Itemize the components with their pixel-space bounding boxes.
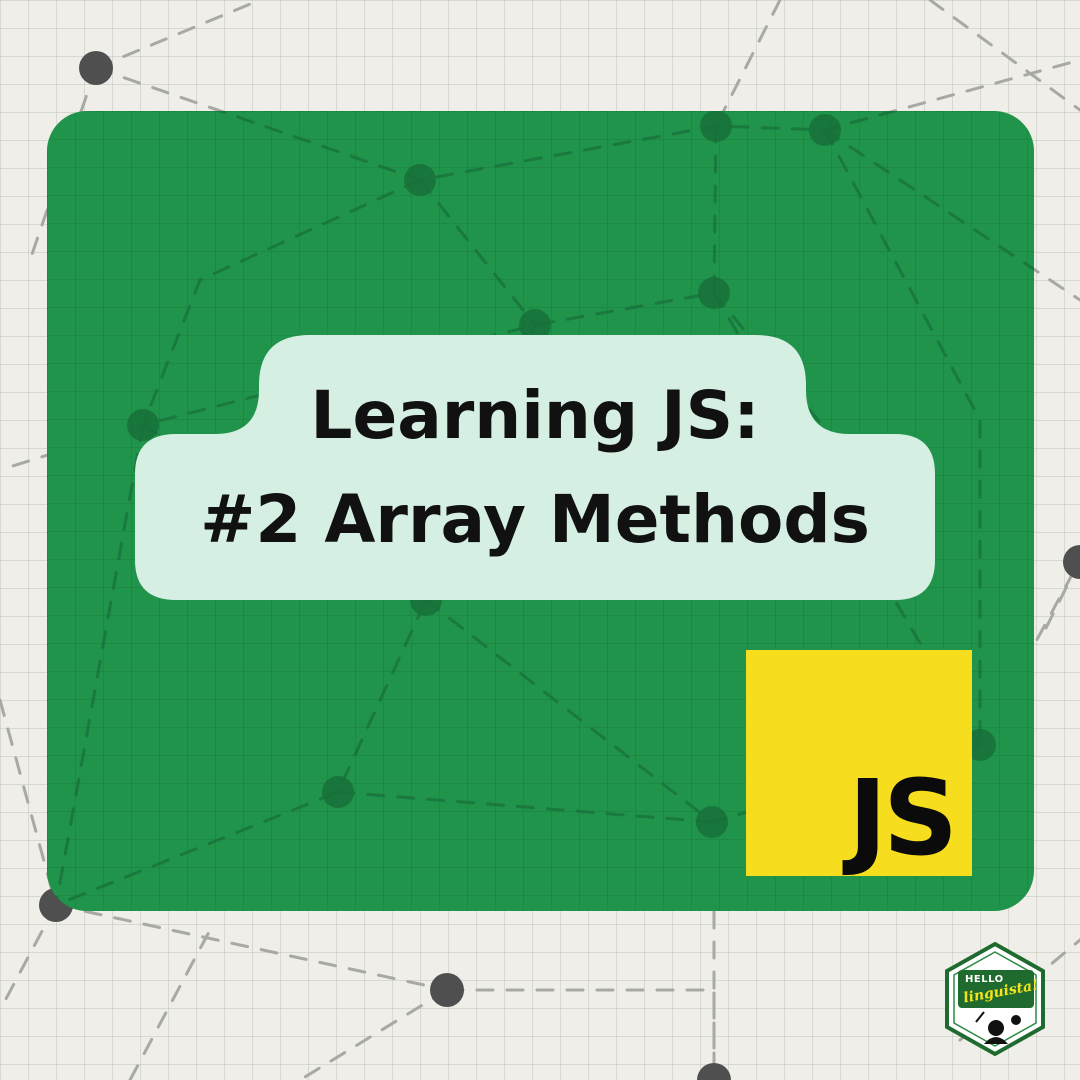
- title-line-1: Learning JS:: [310, 377, 760, 454]
- hello-linguista-logo-icon: HELLO linguista!: [936, 940, 1054, 1058]
- title-plate-shape: [135, 335, 935, 600]
- javascript-logo-text: JS: [848, 757, 958, 879]
- javascript-logo: JS: [746, 650, 972, 876]
- title-line-2: #2 Array Methods: [200, 481, 870, 558]
